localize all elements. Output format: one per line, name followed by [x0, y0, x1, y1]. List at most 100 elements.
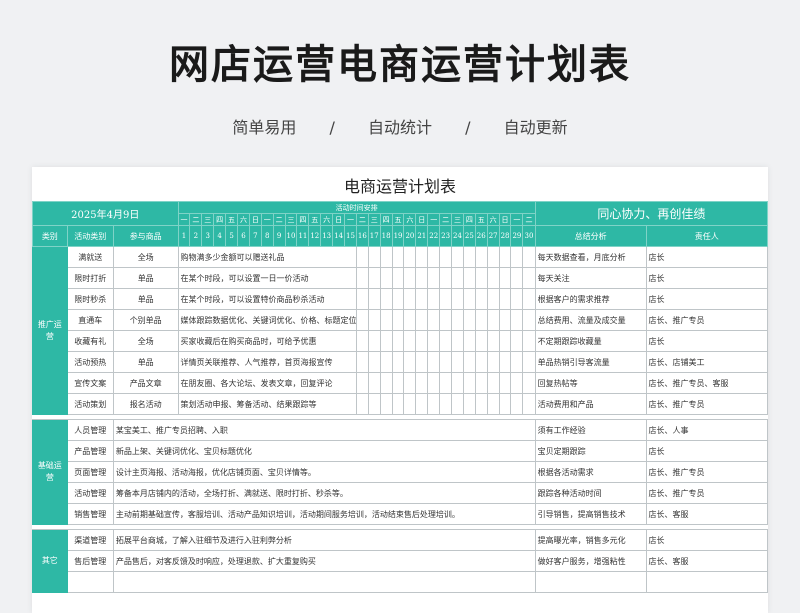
schedule-cell — [486, 288, 500, 310]
schedule-cell — [474, 246, 488, 268]
schedule-cell — [486, 330, 500, 352]
table-row: 活动策划 报名活动 策划活动申报、筹备活动、结果跟踪等 活动费用和产品 店长、推广专员 — [33, 393, 768, 415]
summary-cell: 每天关注 — [534, 267, 647, 289]
activity-type-cell: 销售管理 — [66, 503, 114, 525]
detail-cell: 买家收藏后在购买商品时，可给予优惠 — [177, 330, 357, 352]
summary-cell: 提高曝光率，销售多元化 — [534, 529, 647, 551]
schedule-cell — [439, 246, 453, 268]
owner-cell: 店长、推广专员 — [645, 482, 768, 504]
weekday-cell: 日 — [415, 213, 429, 226]
schedule-cell — [498, 372, 512, 394]
tag-sep: / — [329, 118, 335, 137]
schedule-cell — [379, 246, 393, 268]
table-row: 直通车个别单品媒体跟踪数据优化、关键词优化、价格、标题定位等一系列的报表 总结费用… — [33, 309, 768, 331]
day-number-cell: 22 — [427, 225, 441, 247]
table-row: 宣传文案 产品文章 在朋友圈、各大论坛、发表文章，回复评论 回复热帖等 店长、推广专员、… — [33, 372, 768, 394]
day-number-cell: 10 — [284, 225, 298, 247]
schedule-cell — [474, 330, 488, 352]
day-number-cell: 17 — [367, 225, 381, 247]
weekday-cell: 一 — [344, 213, 357, 226]
summary-cell: 跟踪各种活动时间 — [534, 482, 647, 504]
day-number-cell: 28 — [498, 225, 512, 247]
day-number-cell: 1 — [177, 225, 191, 247]
detail-cell: 主动前期基础宣传，客服培训、活动产品知识培训，活动期间服务培训，活动结束售后处理… — [112, 503, 536, 525]
schedule-cell — [510, 372, 524, 394]
schedule-cell — [403, 288, 417, 310]
owner-cell: 店长、推广专员 — [645, 309, 768, 331]
schedule-cell — [391, 330, 405, 352]
table-row: 限时秒杀 单品 在某个时段，可以设置特价商品秒杀活动 根据客户的需求推荐 店长 — [33, 288, 768, 310]
day-number-cell: 19 — [391, 225, 405, 247]
detail-cell — [112, 571, 536, 593]
summary-cell: 根据客户的需求推荐 — [534, 288, 647, 310]
header-summary: 总结分析 — [534, 225, 647, 247]
schedule-cell — [439, 267, 453, 289]
schedule-cell — [391, 246, 405, 268]
day-number-cell: 9 — [272, 225, 286, 247]
table-row: 限时打折 单品 在某个时段，可以设置一日一价活动 每天关注 店长 — [33, 267, 768, 289]
owner-cell: 店长、客服 — [645, 503, 768, 525]
schedule-cell — [474, 351, 488, 373]
day-number-cell: 18 — [379, 225, 393, 247]
summary-cell: 宝贝定期跟踪 — [534, 440, 647, 462]
schedule-cell — [439, 309, 453, 331]
owner-cell: 店长、客服 — [645, 550, 768, 572]
schedule-cell — [355, 393, 369, 415]
schedule-cell — [510, 288, 524, 310]
tag-auto-update: 自动更新 — [503, 118, 568, 137]
weekday-cell: 六 — [486, 213, 500, 226]
product-cell: 单品 — [112, 288, 179, 310]
schedule-cell — [415, 372, 429, 394]
schedule-cell — [415, 330, 429, 352]
schedule-cell — [439, 372, 453, 394]
weekday-cell: 日 — [498, 213, 512, 226]
schedule-cell — [403, 267, 417, 289]
day-number-cell: 15 — [344, 225, 357, 247]
schedule-cell — [451, 288, 464, 310]
table-row: 活动管理 筹备本月店铺内的活动，全场打折、满就送、限时打折、秒杀等。 跟踪各种活动时… — [33, 482, 768, 504]
summary-cell: 回复热帖等 — [534, 372, 647, 394]
schedule-cell — [462, 267, 476, 289]
schedule-cell — [367, 351, 381, 373]
summary-cell: 根据各活动需求 — [534, 461, 647, 483]
weekday-cell: 一 — [260, 213, 274, 226]
schedule-cell — [415, 393, 429, 415]
schedule-cell — [462, 330, 476, 352]
activity-type-cell: 活动预热 — [66, 351, 114, 373]
motto-cell: 同心协力、再创佳绩 — [534, 201, 768, 226]
day-number-cell: 3 — [201, 225, 215, 247]
schedule-cell — [510, 309, 524, 331]
weekday-cell: 六 — [403, 213, 417, 226]
detail-cell: 筹备本月店铺内的活动，全场打折、满就送、限时打折、秒杀等。 — [112, 482, 536, 504]
owner-cell: 店长 — [645, 330, 768, 352]
weekday-cell: 五 — [474, 213, 488, 226]
schedule-cell — [486, 309, 500, 331]
schedule-cell — [486, 351, 500, 373]
detail-cell: 详情页关联推荐、人气推荐，首页海报宣传 — [177, 351, 357, 373]
schedule-cell — [462, 288, 476, 310]
header-item: 参与商品 — [112, 225, 179, 247]
weekday-cell: 五 — [225, 213, 238, 226]
schedule-cell — [498, 309, 512, 331]
weekday-cell: 四 — [213, 213, 227, 226]
schedule-cell — [451, 309, 464, 331]
weekday-cell: 二 — [439, 213, 453, 226]
weekday-cell: 一 — [427, 213, 441, 226]
owner-cell — [645, 571, 768, 593]
tag-easy: 简单易用 — [232, 118, 297, 137]
summary-cell: 引导销售，提高销售技术 — [534, 503, 647, 525]
schedule-cell — [427, 393, 441, 415]
schedule-cell — [522, 267, 536, 289]
plan-table: 2025年4月9日 活动时间安排 同心协力、再创佳绩一二三四五六日一二三四五六日一二… — [32, 201, 768, 593]
owner-cell: 店长、推广专员 — [645, 461, 768, 483]
schedule-cell — [415, 309, 429, 331]
header-type: 活动类别 — [66, 225, 114, 247]
product-cell: 产品文章 — [112, 372, 179, 394]
schedule-cell — [367, 288, 381, 310]
activity-type-cell: 人员管理 — [66, 419, 114, 441]
schedule-cell — [510, 351, 524, 373]
category-cell: 推广运营 — [32, 246, 68, 415]
weekday-cell: 五 — [308, 213, 322, 226]
schedule-cell — [403, 309, 417, 331]
schedule-cell — [427, 309, 441, 331]
